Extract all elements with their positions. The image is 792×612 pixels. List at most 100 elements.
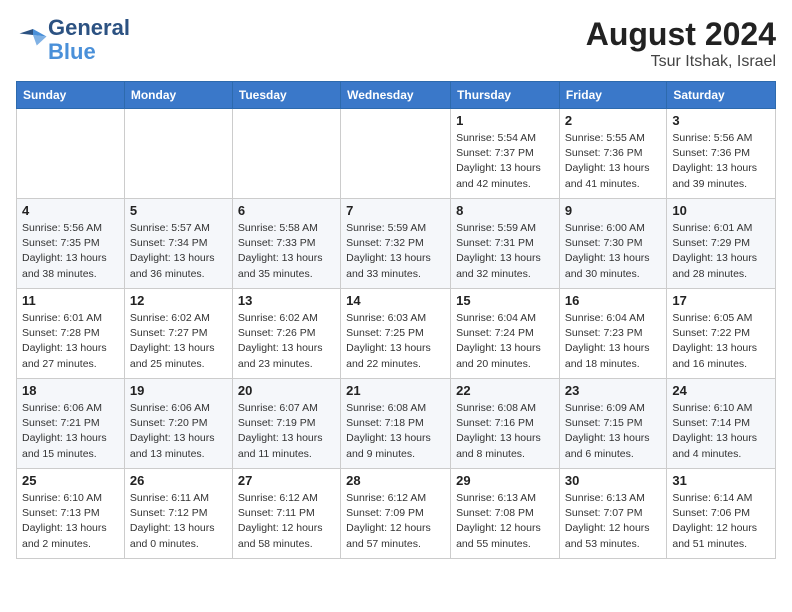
month-year-title: August 2024 [586, 16, 776, 53]
calendar-cell: 31Sunrise: 6:14 AM Sunset: 7:06 PM Dayli… [667, 469, 776, 559]
calendar-cell: 17 Sunrise: 6:05 AM Sunset: 7:22 PM Dayli… [667, 289, 776, 379]
day-info: Sunrise: 6:08 AM Sunset: 7:16 PM Dayligh… [456, 401, 554, 462]
day-number: 9 [565, 203, 661, 218]
calendar-cell: 6 Sunrise: 5:58 AM Sunset: 7:33 PM Daylig… [232, 199, 340, 289]
calendar-cell: 29Sunrise: 6:13 AM Sunset: 7:08 PM Dayli… [451, 469, 560, 559]
day-number: 21 [346, 383, 445, 398]
calendar-table: SundayMondayTuesdayWednesdayThursdayFrid… [16, 81, 776, 559]
calendar-cell: 16 Sunrise: 6:04 AM Sunset: 7:23 PM Dayli… [559, 289, 666, 379]
day-info: Sunrise: 6:07 AM Sunset: 7:19 PM Dayligh… [238, 401, 335, 462]
day-number: 14 [346, 293, 445, 308]
day-info: Sunrise: 6:13 AM Sunset: 7:07 PM Dayligh… [565, 491, 661, 552]
weekday-header-monday: Monday [124, 82, 232, 109]
page-header: GeneralBlue August 2024 Tsur Itshak, Isr… [16, 16, 776, 71]
day-number: 31 [672, 473, 770, 488]
week-row-2: 4 Sunrise: 5:56 AM Sunset: 7:35 PM Daylig… [17, 199, 776, 289]
day-info: Sunrise: 5:56 AM Sunset: 7:36 PM Dayligh… [672, 131, 770, 192]
day-number: 4 [22, 203, 119, 218]
day-info: Sunrise: 6:01 AM Sunset: 7:28 PM Dayligh… [22, 311, 119, 372]
day-number: 28 [346, 473, 445, 488]
calendar-cell: 27Sunrise: 6:12 AM Sunset: 7:11 PM Dayli… [232, 469, 340, 559]
day-number: 19 [130, 383, 227, 398]
day-info: Sunrise: 6:05 AM Sunset: 7:22 PM Dayligh… [672, 311, 770, 372]
day-info: Sunrise: 6:06 AM Sunset: 7:21 PM Dayligh… [22, 401, 119, 462]
day-number: 5 [130, 203, 227, 218]
calendar-cell: 9 Sunrise: 6:00 AM Sunset: 7:30 PM Daylig… [559, 199, 666, 289]
week-row-3: 11 Sunrise: 6:01 AM Sunset: 7:28 PM Dayli… [17, 289, 776, 379]
day-number: 22 [456, 383, 554, 398]
calendar-cell: 3 Sunrise: 5:56 AM Sunset: 7:36 PM Daylig… [667, 109, 776, 199]
day-info: Sunrise: 6:13 AM Sunset: 7:08 PM Dayligh… [456, 491, 554, 552]
day-number: 8 [456, 203, 554, 218]
calendar-cell: 24Sunrise: 6:10 AM Sunset: 7:14 PM Dayli… [667, 379, 776, 469]
weekday-header-row: SundayMondayTuesdayWednesdayThursdayFrid… [17, 82, 776, 109]
calendar-cell: 7 Sunrise: 5:59 AM Sunset: 7:32 PM Daylig… [341, 199, 451, 289]
day-number: 13 [238, 293, 335, 308]
weekday-header-thursday: Thursday [451, 82, 560, 109]
calendar-cell: 22 Sunrise: 6:08 AM Sunset: 7:16 PM Dayli… [451, 379, 560, 469]
day-info: Sunrise: 6:02 AM Sunset: 7:26 PM Dayligh… [238, 311, 335, 372]
logo-text: GeneralBlue [48, 16, 130, 64]
calendar-cell: 2Sunrise: 5:55 AM Sunset: 7:36 PM Daylig… [559, 109, 666, 199]
day-number: 12 [130, 293, 227, 308]
day-number: 2 [565, 113, 661, 128]
week-row-4: 18 Sunrise: 6:06 AM Sunset: 7:21 PM Dayli… [17, 379, 776, 469]
day-number: 18 [22, 383, 119, 398]
calendar-cell: 20 Sunrise: 6:07 AM Sunset: 7:19 PM Dayli… [232, 379, 340, 469]
day-number: 30 [565, 473, 661, 488]
day-number: 7 [346, 203, 445, 218]
weekday-header-wednesday: Wednesday [341, 82, 451, 109]
day-info: Sunrise: 6:04 AM Sunset: 7:23 PM Dayligh… [565, 311, 661, 372]
week-row-5: 25Sunrise: 6:10 AM Sunset: 7:13 PM Dayli… [17, 469, 776, 559]
calendar-cell: 23Sunrise: 6:09 AM Sunset: 7:15 PM Dayli… [559, 379, 666, 469]
day-info: Sunrise: 5:56 AM Sunset: 7:35 PM Dayligh… [22, 221, 119, 282]
day-info: Sunrise: 6:08 AM Sunset: 7:18 PM Dayligh… [346, 401, 445, 462]
title-block: August 2024 Tsur Itshak, Israel [586, 16, 776, 71]
calendar-cell [124, 109, 232, 199]
day-info: Sunrise: 6:10 AM Sunset: 7:14 PM Dayligh… [672, 401, 770, 462]
weekday-header-tuesday: Tuesday [232, 82, 340, 109]
calendar-cell: 18 Sunrise: 6:06 AM Sunset: 7:21 PM Dayli… [17, 379, 125, 469]
calendar-cell: 12Sunrise: 6:02 AM Sunset: 7:27 PM Dayli… [124, 289, 232, 379]
day-info: Sunrise: 6:03 AM Sunset: 7:25 PM Dayligh… [346, 311, 445, 372]
logo-icon [18, 23, 48, 53]
logo: GeneralBlue [16, 16, 130, 64]
day-info: Sunrise: 5:57 AM Sunset: 7:34 PM Dayligh… [130, 221, 227, 282]
day-info: Sunrise: 6:04 AM Sunset: 7:24 PM Dayligh… [456, 311, 554, 372]
calendar-cell: 8Sunrise: 5:59 AM Sunset: 7:31 PM Daylig… [451, 199, 560, 289]
calendar-cell: 28 Sunrise: 6:12 AM Sunset: 7:09 PM Dayli… [341, 469, 451, 559]
day-number: 25 [22, 473, 119, 488]
day-info: Sunrise: 6:06 AM Sunset: 7:20 PM Dayligh… [130, 401, 227, 462]
calendar-cell: 13 Sunrise: 6:02 AM Sunset: 7:26 PM Dayli… [232, 289, 340, 379]
day-info: Sunrise: 6:12 AM Sunset: 7:09 PM Dayligh… [346, 491, 445, 552]
day-number: 27 [238, 473, 335, 488]
location-label: Tsur Itshak, Israel [586, 53, 776, 71]
day-number: 26 [130, 473, 227, 488]
calendar-cell: 25Sunrise: 6:10 AM Sunset: 7:13 PM Dayli… [17, 469, 125, 559]
day-info: Sunrise: 5:59 AM Sunset: 7:32 PM Dayligh… [346, 221, 445, 282]
day-number: 6 [238, 203, 335, 218]
day-number: 17 [672, 293, 770, 308]
calendar-header: SundayMondayTuesdayWednesdayThursdayFrid… [17, 82, 776, 109]
day-number: 3 [672, 113, 770, 128]
calendar-cell: 26Sunrise: 6:11 AM Sunset: 7:12 PM Dayli… [124, 469, 232, 559]
day-number: 16 [565, 293, 661, 308]
week-row-1: 1Sunrise: 5:54 AM Sunset: 7:37 PM Daylig… [17, 109, 776, 199]
day-number: 20 [238, 383, 335, 398]
calendar-cell: 1Sunrise: 5:54 AM Sunset: 7:37 PM Daylig… [451, 109, 560, 199]
day-number: 10 [672, 203, 770, 218]
day-info: Sunrise: 6:01 AM Sunset: 7:29 PM Dayligh… [672, 221, 770, 282]
calendar-cell: 4 Sunrise: 5:56 AM Sunset: 7:35 PM Daylig… [17, 199, 125, 289]
calendar-cell: 10 Sunrise: 6:01 AM Sunset: 7:29 PM Dayli… [667, 199, 776, 289]
day-info: Sunrise: 6:09 AM Sunset: 7:15 PM Dayligh… [565, 401, 661, 462]
day-info: Sunrise: 5:58 AM Sunset: 7:33 PM Dayligh… [238, 221, 335, 282]
calendar-cell [232, 109, 340, 199]
day-info: Sunrise: 6:00 AM Sunset: 7:30 PM Dayligh… [565, 221, 661, 282]
day-number: 11 [22, 293, 119, 308]
day-info: Sunrise: 5:54 AM Sunset: 7:37 PM Dayligh… [456, 131, 554, 192]
weekday-header-saturday: Saturday [667, 82, 776, 109]
calendar-cell: 5 Sunrise: 5:57 AM Sunset: 7:34 PM Daylig… [124, 199, 232, 289]
calendar-cell [17, 109, 125, 199]
day-number: 15 [456, 293, 554, 308]
calendar-cell: 21 Sunrise: 6:08 AM Sunset: 7:18 PM Dayli… [341, 379, 451, 469]
